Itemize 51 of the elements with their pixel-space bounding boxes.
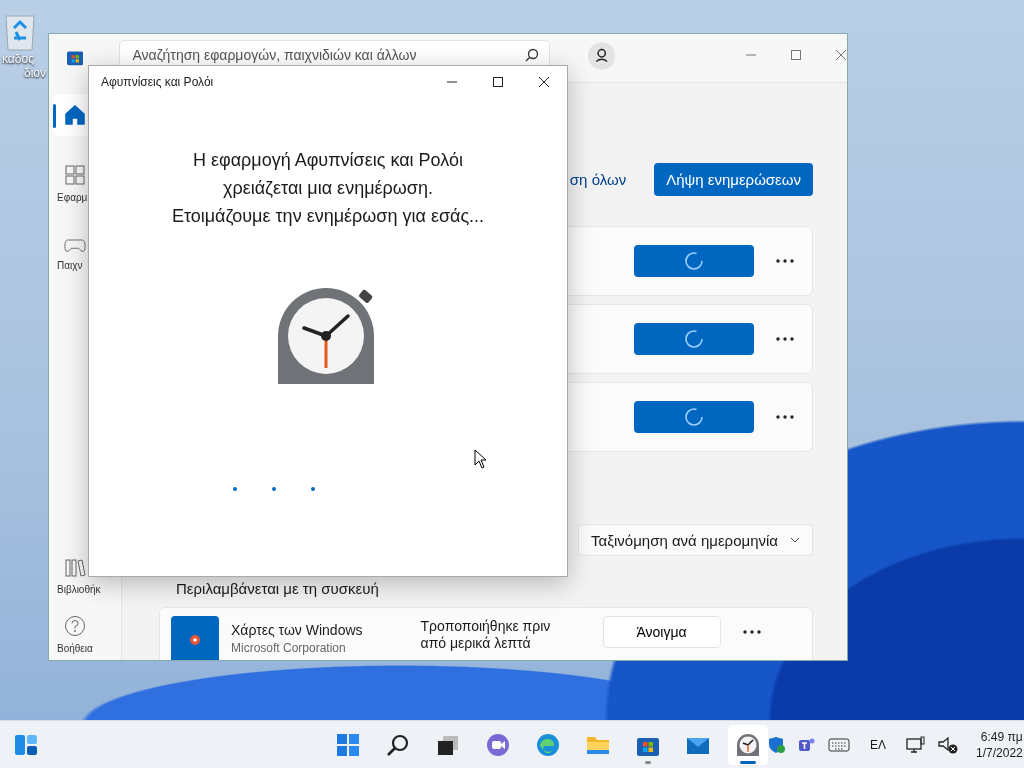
more-options-icon[interactable] bbox=[776, 337, 794, 341]
sidebar-label: Παιχν bbox=[57, 260, 83, 271]
more-options-icon[interactable] bbox=[776, 259, 794, 263]
update-message-line: Η εφαρμογή Αφυπνίσεις και Ρολόι bbox=[192, 149, 464, 172]
clock-taskbar-icon[interactable] bbox=[728, 724, 768, 765]
account-avatar-icon[interactable] bbox=[587, 41, 615, 71]
loading-spinner-icon bbox=[684, 329, 704, 349]
recycle-bin-icon[interactable] bbox=[2, 12, 38, 52]
clock-date: 1/7/2022 bbox=[976, 744, 1023, 761]
desktop-icon-label: διον bbox=[23, 66, 46, 80]
desktop-icon-label: καδος bbox=[2, 52, 34, 66]
loading-spinner-icon bbox=[684, 407, 704, 427]
gamepad-icon bbox=[64, 237, 86, 254]
update-message-line: Ετοιμάζουμε την ενημέρωση για εσάς... bbox=[171, 205, 485, 228]
loading-spinner-icon bbox=[684, 251, 704, 271]
search-icon[interactable] bbox=[524, 48, 539, 62]
app-name: Χάρτες των Windows bbox=[231, 622, 363, 638]
open-button[interactable]: Άνοιγμα bbox=[602, 616, 721, 648]
sidebar-label: Βιβλιοθήκ bbox=[57, 584, 101, 595]
get-updates-button[interactable]: Λήψη ενημερώσεων bbox=[654, 163, 813, 196]
sidebar-item[interactable]: Βοήθεια bbox=[53, 609, 117, 660]
section-title: Περιλαμβάνεται με τη συσκευή bbox=[176, 580, 380, 597]
apps-grid-icon bbox=[64, 164, 86, 186]
app-publisher: Microsoft Corporation bbox=[231, 641, 347, 655]
volume-muted-icon[interactable] bbox=[938, 735, 959, 754]
sort-dropdown[interactable]: Ταξινόμηση ανά ημερομηνία bbox=[578, 524, 813, 556]
sidebar-label: Βοήθεια bbox=[57, 643, 93, 654]
loading-dots-icon bbox=[232, 486, 318, 492]
window-title: Αφυπνίσεις και Ρολόι bbox=[101, 75, 214, 89]
input-language-indicator[interactable]: ΕΛ bbox=[870, 737, 887, 752]
home-icon bbox=[64, 104, 86, 126]
modified-text: Τροποποιήθηκε πριν από μερικά λεπτά bbox=[420, 617, 552, 652]
maximize-icon[interactable] bbox=[492, 76, 504, 88]
more-options-icon[interactable] bbox=[776, 415, 794, 419]
update-all-link[interactable]: ση όλων bbox=[569, 171, 627, 188]
network-monitor-icon[interactable] bbox=[906, 735, 927, 754]
keyboard-icon[interactable] bbox=[828, 736, 850, 753]
help-icon bbox=[64, 615, 86, 637]
close-icon[interactable] bbox=[538, 76, 550, 88]
sidebar-item[interactable]: Βιβλιοθήκ bbox=[53, 552, 117, 601]
update-message-line: χρειάζεται μια ενημέρωση. bbox=[223, 177, 433, 200]
system-clock[interactable]: 6:49 πμ 1/7/2022 bbox=[976, 728, 1023, 761]
library-icon bbox=[64, 558, 86, 578]
mouse-pointer-icon bbox=[474, 449, 488, 469]
sidebar-label: Εφαρμ bbox=[57, 192, 88, 203]
sidebar-item[interactable]: Εφαρμ bbox=[53, 158, 117, 209]
security-shield-icon[interactable] bbox=[768, 735, 786, 754]
chevron-down-icon bbox=[790, 537, 800, 543]
more-options-icon[interactable] bbox=[742, 630, 761, 634]
sidebar-item[interactable]: Παιχν bbox=[53, 231, 117, 277]
clock-time: 6:49 πμ bbox=[980, 728, 1023, 745]
